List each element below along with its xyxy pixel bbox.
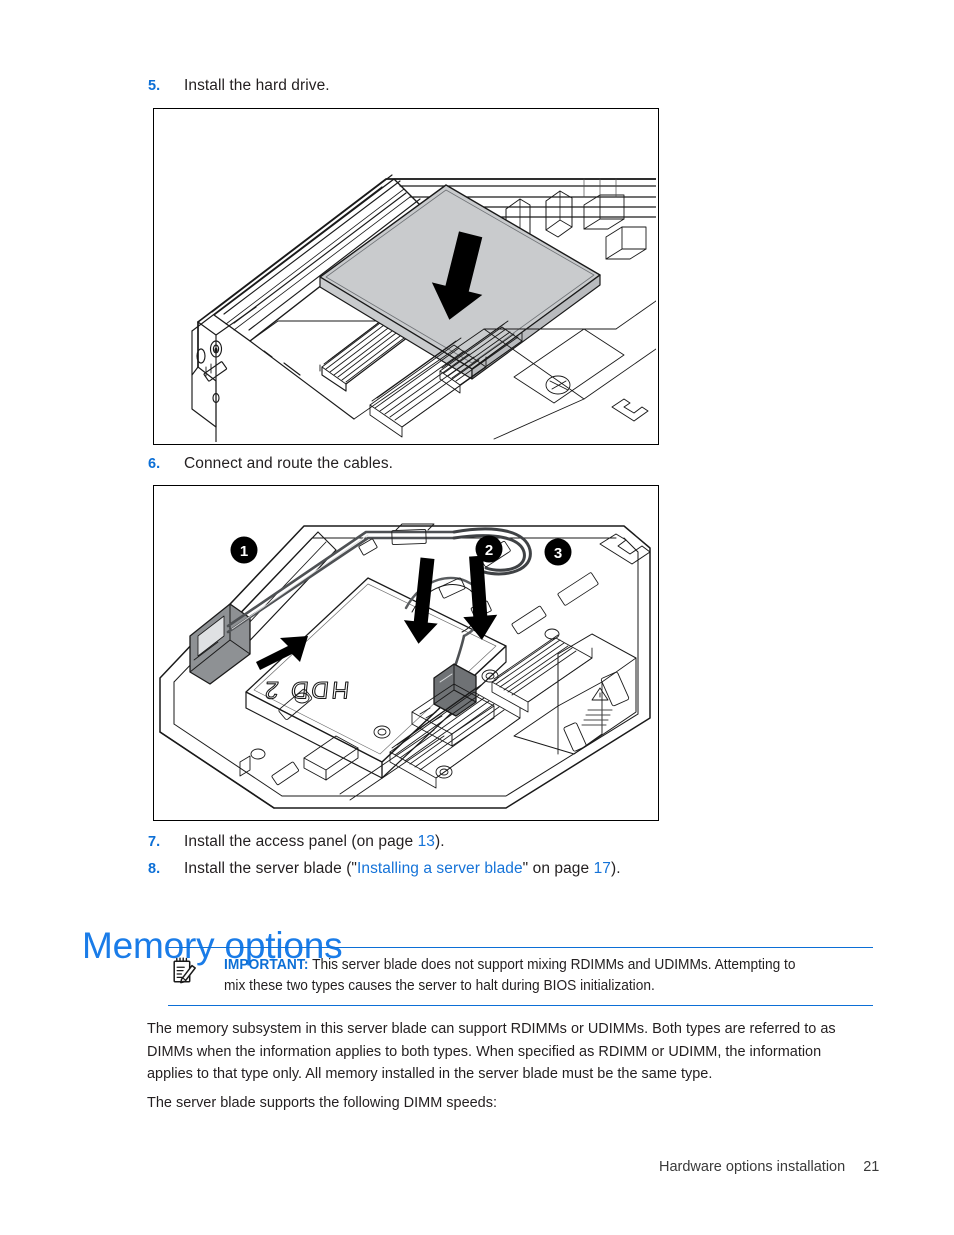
paragraph-1-line-2: DIMMs when the information applies to bo… bbox=[147, 1042, 822, 1060]
paragraph-1-line-3: applies to that type only. All memory in… bbox=[147, 1065, 713, 1082]
step-7-text-before: Install the access panel (on page bbox=[184, 833, 418, 850]
page-footer: Hardware options installation 21 bbox=[659, 1159, 879, 1175]
step-7-page-link[interactable]: 13 bbox=[418, 833, 435, 850]
callout-3-badge: 3 bbox=[544, 538, 572, 566]
callout-1-badge: 1 bbox=[230, 536, 258, 564]
step-7-number: 7. bbox=[148, 834, 161, 850]
svg-text:3: 3 bbox=[554, 545, 562, 562]
figure-2-lineart: HDD 2 1 2 3 bbox=[159, 523, 651, 809]
paragraph-dimm-speeds: The server blade supports the following … bbox=[147, 1092, 877, 1115]
hdd2-board-label: HDD 2 bbox=[261, 676, 351, 703]
step-7: 7. Install the access panel (on page 13)… bbox=[148, 832, 445, 851]
step-5-text: Install the hard drive. bbox=[184, 77, 330, 94]
paragraph-2-line-1: The server blade supports the following … bbox=[147, 1094, 497, 1111]
callout-2-arrow bbox=[403, 557, 438, 644]
important-note-label: IMPORTANT: bbox=[224, 957, 309, 973]
figure-install-hard-drive bbox=[153, 108, 659, 445]
step-8-cross-reference-link[interactable]: Installing a server blade bbox=[357, 860, 523, 877]
important-note: IMPORTANT: This server blade does not su… bbox=[168, 947, 873, 1007]
step-8-text-after: ). bbox=[611, 860, 621, 877]
step-5: 5. Install the hard drive. bbox=[148, 76, 330, 95]
important-notepad-icon bbox=[168, 955, 224, 985]
figure-connect-route-cables: HDD 2 1 2 3 bbox=[153, 485, 659, 821]
important-note-body: IMPORTANT: This server blade does not su… bbox=[224, 955, 834, 996]
step-6: 6. Connect and route the cables. bbox=[148, 454, 393, 473]
important-note-line-1: This server blade does not support mixin… bbox=[312, 957, 796, 973]
svg-text:1: 1 bbox=[240, 543, 248, 560]
step-8-page-link[interactable]: 17 bbox=[594, 860, 611, 877]
step-7-text-after: ). bbox=[434, 833, 445, 850]
step-8-text-middle: " on page bbox=[522, 860, 594, 877]
step-7-text: Install the access panel (on page 13). bbox=[184, 832, 445, 851]
step-5-number: 5. bbox=[148, 78, 161, 94]
figure-1-lineart bbox=[191, 174, 656, 442]
footer-page-number: 21 bbox=[863, 1159, 880, 1175]
footer-chapter-title: Hardware options installation bbox=[659, 1159, 846, 1175]
important-note-line-2: mix these two types causes the server to… bbox=[224, 977, 655, 994]
step-6-text: Connect and route the cables. bbox=[184, 455, 394, 472]
step-6-number: 6. bbox=[148, 456, 161, 472]
step-8: 8. Install the server blade ("Installing… bbox=[148, 859, 621, 878]
callout-2-badge: 2 bbox=[475, 535, 503, 563]
paragraph-memory-subsystem: The memory subsystem in this server blad… bbox=[147, 1018, 877, 1086]
callout-1-arrow bbox=[256, 636, 308, 670]
document-page: 5. Install the hard drive. 6. Connect an… bbox=[0, 0, 954, 1235]
step-8-text: Install the server blade ("Installing a … bbox=[184, 859, 621, 878]
step-8-text-before: Install the server blade (" bbox=[184, 860, 358, 877]
svg-text:2: 2 bbox=[485, 542, 493, 559]
callout-3-arrow bbox=[463, 555, 498, 640]
step-8-number: 8. bbox=[148, 861, 161, 877]
paragraph-1-line-1: The memory subsystem in this server blad… bbox=[147, 1020, 836, 1037]
